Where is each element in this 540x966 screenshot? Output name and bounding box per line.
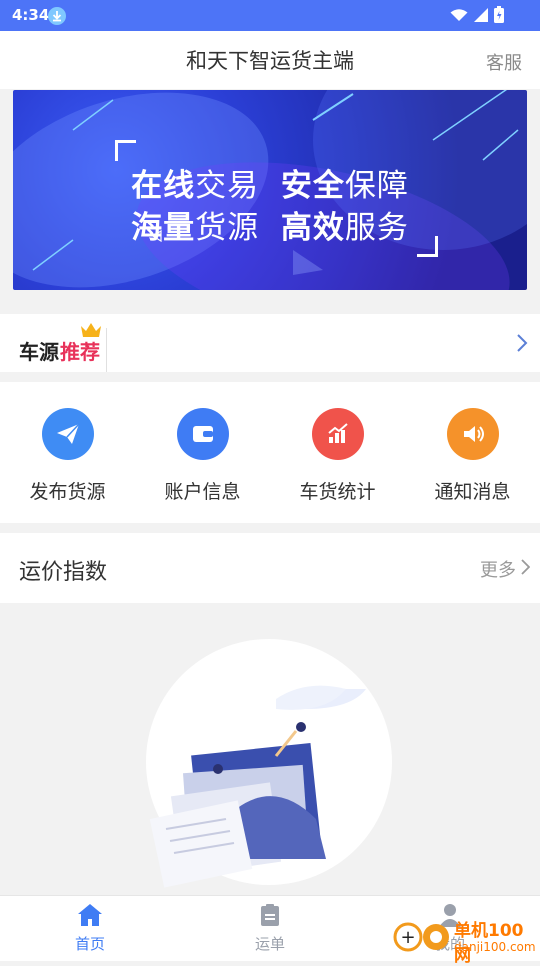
wifi-icon — [450, 7, 468, 26]
promo-banner[interactable]: 在线交易 安全保障 海量货源 高效服务 — [13, 90, 527, 290]
quick-action-label: 账户信息 — [164, 481, 241, 503]
svg-text:+: + — [400, 927, 415, 948]
watermark: + 单机100网 danji100.com — [392, 916, 538, 966]
speaker-icon — [446, 408, 499, 460]
banner-headline-2: 海量货源 高效服务 — [131, 210, 409, 246]
status-bar: 4:34 — [0, 0, 540, 31]
publish-cargo-button[interactable]: 发布货源 — [0, 408, 135, 504]
account-info-button[interactable]: 账户信息 — [135, 408, 270, 504]
status-time: 4:34 — [12, 6, 50, 24]
tab-label: 首页 — [74, 935, 105, 953]
tab-home[interactable]: 首页 — [50, 903, 130, 954]
banner-bracket — [115, 140, 136, 161]
recommend-label: 车源 — [19, 340, 59, 364]
page-title: 和天下智运货主端 — [186, 49, 354, 73]
quick-action-label: 车货统计 — [299, 481, 376, 503]
paper-plane-icon — [41, 408, 94, 460]
quick-actions: 发布货源 账户信息 车货统计 通知消息 — [0, 382, 540, 523]
notifications-button[interactable]: 通知消息 — [405, 408, 540, 504]
home-icon — [77, 904, 103, 931]
vehicle-cargo-stats-button[interactable]: 车货统计 — [270, 408, 405, 504]
tab-label: 运单 — [254, 935, 285, 953]
banner-headline-1: 在线交易 安全保障 — [131, 168, 409, 204]
customer-service-button[interactable]: 客服 — [486, 49, 522, 75]
tab-waybill[interactable]: 运单 — [230, 903, 310, 954]
chevron-right-icon[interactable] — [520, 559, 531, 579]
divider — [106, 328, 107, 372]
watermark-url: danji100.com — [454, 940, 536, 954]
watermark-logo: + — [393, 922, 449, 952]
app-header: 和天下智运货主端 客服 — [0, 31, 540, 89]
clipboard-icon — [258, 904, 282, 931]
section-title: 运价指数 — [19, 560, 108, 585]
download-icon — [48, 7, 66, 25]
empty-state — [0, 603, 540, 895]
chevron-right-icon[interactable] — [516, 334, 528, 356]
quick-action-label: 通知消息 — [434, 481, 511, 503]
battery-icon — [494, 6, 504, 27]
crown-icon — [80, 322, 102, 342]
stats-chart-icon — [311, 408, 364, 460]
empty-illustration — [149, 685, 366, 888]
vehicle-recommend-row[interactable]: 车源 推荐 — [0, 314, 540, 372]
signal-icon — [474, 7, 488, 26]
more-link[interactable]: 更多 — [480, 556, 516, 582]
wallet-icon — [176, 408, 229, 460]
price-index-header: 运价指数 更多 — [0, 533, 540, 603]
quick-action-label: 发布货源 — [29, 481, 106, 503]
